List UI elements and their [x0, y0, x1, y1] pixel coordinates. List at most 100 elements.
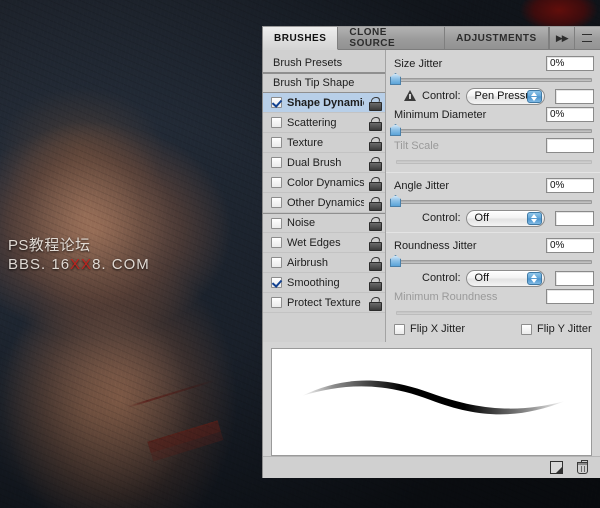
checkbox-airbrush[interactable] [271, 257, 282, 268]
double-chevron-right-icon: ▶▶ [555, 32, 569, 43]
checkbox-texture[interactable] [271, 137, 282, 148]
lock-icon-smoothing[interactable] [369, 277, 382, 291]
checkbox-dual-brush[interactable] [271, 157, 282, 168]
chevron-updown-icon[interactable] [526, 211, 542, 225]
list-item-wet-edges[interactable]: Wet Edges [263, 233, 385, 253]
lock-icon-dual-brush[interactable] [369, 157, 382, 171]
lock-icon-shape-dynamics[interactable] [369, 97, 382, 111]
size-jitter-slider-thumb[interactable] [390, 73, 401, 85]
angle-control-side-input[interactable] [554, 210, 594, 226]
tilt-scale-label: Tilt Scale [394, 139, 439, 152]
minimum-diameter-slider-thumb[interactable] [390, 124, 401, 136]
list-item-dual-brush[interactable]: Dual Brush [263, 153, 385, 173]
minimum-roundness-slider [386, 305, 600, 319]
panel-body: Brush Presets Brush Tip Shape Shape Dyna… [263, 50, 600, 342]
checkbox-wet-edges[interactable] [271, 237, 282, 248]
flip-x-jitter-option[interactable]: Flip X Jitter [394, 323, 465, 335]
checkbox-noise[interactable] [271, 217, 282, 229]
minimum-roundness-label: Minimum Roundness [394, 290, 498, 303]
trash-icon[interactable] [577, 459, 588, 474]
list-item-texture[interactable]: Texture [263, 133, 385, 153]
panel-menu-button[interactable] [575, 27, 600, 49]
chevron-updown-icon[interactable] [526, 89, 542, 103]
list-item-noise[interactable]: Noise [263, 213, 385, 233]
roundness-jitter-row: Roundness Jitter 0% [386, 237, 600, 254]
roundness-jitter-input[interactable]: 0% [546, 238, 594, 253]
roundness-control-select[interactable]: Off [465, 269, 545, 287]
tab-adjustments[interactable]: ADJUSTMENTS [445, 27, 549, 49]
roundness-control-side-input[interactable] [554, 270, 594, 286]
list-item-protect-texture[interactable]: Protect Texture [263, 293, 385, 313]
size-control-select[interactable]: Pen Pressure [465, 87, 545, 105]
roundness-jitter-slider-thumb[interactable] [390, 255, 401, 267]
angle-jitter-slider[interactable] [386, 194, 600, 208]
minimum-roundness-row: Minimum Roundness [386, 288, 600, 305]
collapse-panel-button[interactable]: ▶▶ [550, 27, 575, 49]
angle-jitter-row: Angle Jitter 0% [386, 177, 600, 194]
roundness-jitter-slider[interactable] [386, 254, 600, 268]
checkbox-flip-x-jitter[interactable] [394, 323, 405, 335]
flip-jitter-row: Flip X Jitter Flip Y Jitter [386, 319, 600, 335]
roundness-control-value: Off [474, 272, 490, 284]
lock-icon-wet-edges[interactable] [369, 237, 382, 251]
minimum-diameter-slider[interactable] [386, 123, 600, 137]
lock-icon-other-dynamics[interactable] [369, 197, 382, 211]
checkbox-protect-texture[interactable] [271, 297, 282, 308]
flip-x-jitter-label: Flip X Jitter [410, 323, 466, 335]
brush-stroke-path [301, 380, 566, 415]
size-jitter-input[interactable]: 0% [546, 56, 594, 71]
roundness-jitter-slider-track[interactable] [396, 260, 592, 264]
list-item-smoothing[interactable]: Smoothing [263, 273, 385, 293]
divider-1 [386, 172, 600, 173]
list-item-scattering[interactable]: Scattering [263, 113, 385, 133]
angle-jitter-input[interactable]: 0% [546, 178, 594, 193]
angle-jitter-label: Angle Jitter [394, 179, 450, 192]
lock-icon-color-dynamics[interactable] [369, 177, 382, 191]
lock-icon-texture[interactable] [369, 137, 382, 151]
list-item-brush-presets[interactable]: Brush Presets [263, 53, 385, 73]
lock-icon-scattering[interactable] [369, 117, 382, 131]
size-control-row: Control: Pen Pressure [386, 86, 600, 106]
brush-tip-shape-label: Brush Tip Shape [273, 77, 355, 89]
label-other-dynamics: Other Dynamics [287, 196, 364, 209]
minimum-diameter-label: Minimum Diameter [394, 108, 487, 121]
brushes-panel: BRUSHES CLONE SOURCE ADJUSTMENTS ▶▶ Brus… [262, 26, 600, 478]
shape-dynamics-controls: Size Jitter 0% Control: Pen Pressure Min… [386, 50, 600, 342]
roundness-control-label: Control: [422, 272, 461, 284]
lock-icon-noise[interactable] [369, 217, 382, 231]
new-brush-icon[interactable] [550, 461, 563, 474]
list-item-brush-tip-shape[interactable]: Brush Tip Shape [263, 73, 385, 93]
list-item-other-dynamics[interactable]: Other Dynamics [263, 193, 385, 213]
lock-icon-airbrush[interactable] [369, 257, 382, 271]
minimum-diameter-slider-track[interactable] [396, 129, 592, 133]
flip-y-jitter-option[interactable]: Flip Y Jitter [521, 323, 592, 335]
minimum-diameter-input[interactable]: 0% [546, 107, 594, 122]
checkbox-color-dynamics[interactable] [271, 177, 282, 188]
label-scattering: Scattering [287, 116, 337, 129]
minimum-diameter-row: Minimum Diameter 0% [386, 106, 600, 123]
chevron-updown-icon[interactable] [526, 271, 542, 285]
label-shape-dynamics: Shape Dynamics [287, 96, 364, 109]
checkbox-shape-dynamics[interactable] [271, 97, 282, 108]
tab-brushes[interactable]: BRUSHES [263, 27, 339, 50]
size-jitter-slider[interactable] [386, 72, 600, 86]
lock-icon-protect-texture[interactable] [369, 297, 382, 311]
list-item-color-dynamics[interactable]: Color Dynamics [263, 173, 385, 193]
size-control-side-input[interactable] [554, 88, 594, 104]
size-jitter-slider-track[interactable] [396, 78, 592, 82]
roundness-jitter-label: Roundness Jitter [394, 239, 477, 252]
minimum-roundness-slider-track [396, 311, 592, 315]
checkbox-scattering[interactable] [271, 117, 282, 128]
list-item-shape-dynamics[interactable]: Shape Dynamics [263, 93, 385, 113]
tab-clone-source[interactable]: CLONE SOURCE [338, 27, 446, 49]
checkbox-flip-y-jitter[interactable] [521, 323, 533, 335]
angle-control-label: Control: [422, 212, 461, 224]
angle-control-select[interactable]: Off [465, 209, 545, 227]
checkbox-smoothing[interactable] [271, 277, 282, 288]
label-wet-edges: Wet Edges [287, 236, 341, 249]
angle-jitter-slider-track[interactable] [396, 200, 592, 204]
angle-jitter-slider-thumb[interactable] [390, 195, 401, 207]
size-jitter-row: Size Jitter 0% [386, 55, 600, 72]
checkbox-other-dynamics[interactable] [271, 197, 282, 208]
list-item-airbrush[interactable]: Airbrush [263, 253, 385, 273]
